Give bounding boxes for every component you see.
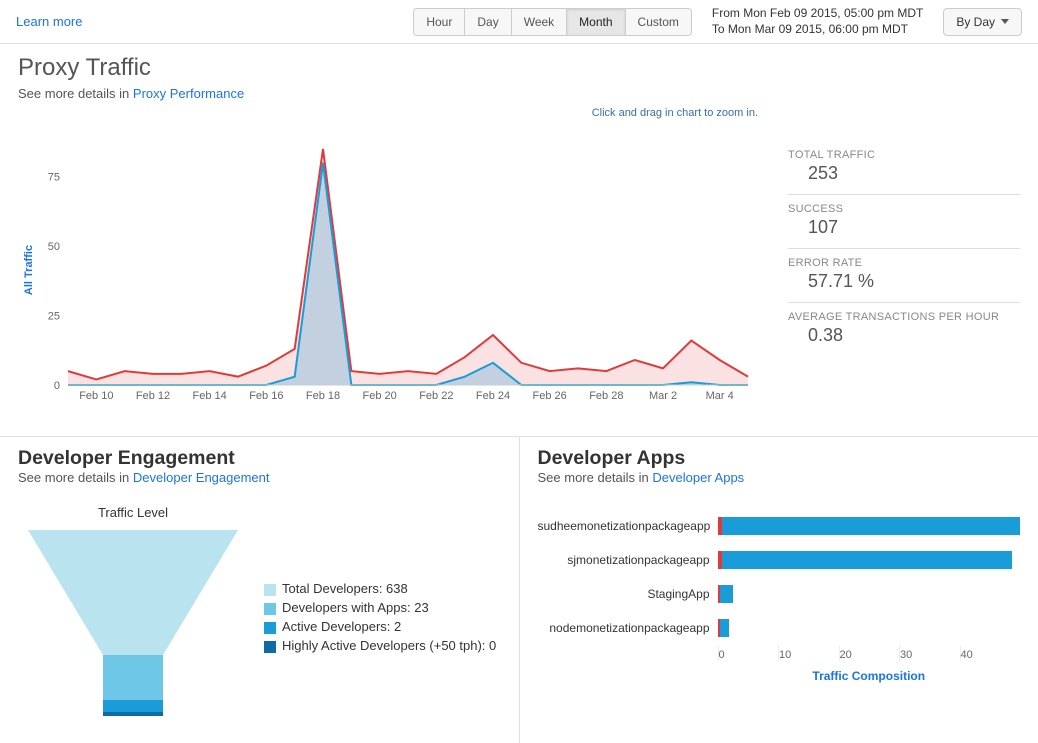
svg-text:50: 50	[48, 241, 60, 253]
svg-text:Feb 20: Feb 20	[363, 390, 397, 402]
range-btn-day[interactable]: Day	[465, 9, 511, 35]
app-bar-row: sudheemonetizationpackageapp	[538, 509, 1021, 543]
range-btn-month[interactable]: Month	[567, 9, 625, 35]
stat-value: 253	[788, 163, 1020, 184]
developer-engagement-link[interactable]: Developer Engagement	[133, 470, 270, 485]
proxy-traffic-subtext: See more details in Proxy Performance	[18, 86, 1020, 101]
range-btn-hour[interactable]: Hour	[414, 9, 465, 35]
legend-item: Highly Active Developers (+50 tph): 0	[264, 638, 496, 653]
funnel-title: Traffic Level	[18, 505, 248, 520]
date-from-prefix: From	[712, 6, 743, 20]
developer-engagement-subtext: See more details in Developer Engagement	[18, 470, 501, 485]
svg-text:Feb 12: Feb 12	[136, 390, 170, 402]
stat-block: ERROR RATE 57.71 %	[788, 248, 1020, 302]
svg-text:Feb 16: Feb 16	[249, 390, 283, 402]
proxy-performance-link[interactable]: Proxy Performance	[133, 86, 244, 101]
chevron-down-icon	[1001, 19, 1009, 24]
svg-text:Feb 14: Feb 14	[193, 390, 227, 402]
svg-text:25: 25	[48, 311, 60, 323]
svg-text:0: 0	[54, 380, 60, 392]
app-bar-row: sjmonetizationpackageapp	[538, 543, 1021, 577]
top-bar: Learn more HourDayWeekMonthCustom From M…	[0, 0, 1038, 44]
developer-apps-chart: sudheemonetizationpackageapp sjmonetizati…	[538, 509, 1021, 683]
svg-text:Feb 22: Feb 22	[419, 390, 453, 402]
zoom-hint: Click and drag in chart to zoom in.	[18, 107, 758, 119]
stat-block: AVERAGE TRANSACTIONS PER HOUR 0.38	[788, 302, 1020, 356]
app-name-label: sjmonetizationpackageapp	[538, 553, 718, 567]
date-to-prefix: To	[712, 22, 728, 36]
developer-engagement-title: Developer Engagement	[18, 447, 501, 470]
proxy-traffic-chart[interactable]: 0 25 50 75 All Traffic Feb 10 Feb 12 Feb 14 Feb …	[18, 125, 758, 415]
developer-apps-section: Developer Apps See more details in Devel…	[519, 436, 1038, 743]
app-name-label: StagingApp	[538, 587, 718, 601]
svg-text:All Traffic: All Traffic	[23, 245, 35, 295]
app-name-label: sudheemonetizationpackageapp	[538, 519, 718, 533]
svg-text:Mar 4: Mar 4	[706, 390, 734, 402]
date-from: Mon Feb 09 2015, 05:00 pm MDT	[743, 6, 923, 20]
developer-apps-title: Developer Apps	[538, 447, 1021, 470]
svg-text:75: 75	[48, 172, 60, 184]
stat-block: TOTAL TRAFFIC 253	[788, 141, 1020, 194]
bar-x-title: Traffic Composition	[718, 669, 1021, 683]
range-btn-week[interactable]: Week	[512, 9, 567, 35]
engagement-funnel-chart	[18, 520, 248, 730]
stat-value: 57.71 %	[788, 271, 1020, 292]
time-range-segmented: HourDayWeekMonthCustom	[413, 8, 692, 36]
legend-item: Total Developers: 638	[264, 581, 496, 596]
svg-text:Mar 2: Mar 2	[649, 390, 677, 402]
stat-value: 0.38	[788, 325, 1020, 346]
svg-text:Feb 26: Feb 26	[533, 390, 567, 402]
svg-text:Feb 28: Feb 28	[589, 390, 623, 402]
legend-item: Active Developers: 2	[264, 619, 496, 634]
proxy-traffic-title: Proxy Traffic	[18, 54, 1020, 82]
stat-label: TOTAL TRAFFIC	[788, 149, 1020, 161]
app-bar-row: nodemonetizationpackageapp	[538, 611, 1021, 645]
stat-label: SUCCESS	[788, 203, 1020, 215]
learn-more-link[interactable]: Learn more	[16, 14, 82, 29]
svg-text:Feb 18: Feb 18	[306, 390, 340, 402]
developer-apps-link[interactable]: Developer Apps	[652, 470, 744, 485]
developer-engagement-section: Developer Engagement See more details in…	[0, 436, 519, 743]
svg-text:Feb 24: Feb 24	[476, 390, 510, 402]
stat-block: SUCCESS 107	[788, 194, 1020, 248]
range-btn-custom[interactable]: Custom	[626, 9, 691, 35]
proxy-traffic-section: Proxy Traffic See more details in Proxy …	[0, 44, 1038, 436]
stat-label: AVERAGE TRANSACTIONS PER HOUR	[788, 311, 1020, 323]
app-bar-row: StagingApp	[538, 577, 1021, 611]
engagement-legend: Total Developers: 638 Developers with App…	[264, 581, 496, 657]
proxy-stats-panel: TOTAL TRAFFIC 253 SUCCESS 107 ERROR RATE 57.7…	[788, 101, 1020, 418]
date-to: Mon Mar 09 2015, 06:00 pm MDT	[728, 22, 908, 36]
svg-text:Feb 10: Feb 10	[79, 390, 113, 402]
app-name-label: nodemonetizationpackageapp	[538, 621, 718, 635]
stat-label: ERROR RATE	[788, 257, 1020, 269]
granularity-dropdown[interactable]: By Day	[943, 8, 1022, 36]
date-range-display: From Mon Feb 09 2015, 05:00 pm MDT To Mo…	[712, 6, 923, 37]
granularity-label: By Day	[956, 15, 995, 29]
developer-apps-subtext: See more details in Developer Apps	[538, 470, 1021, 485]
stat-value: 107	[788, 217, 1020, 238]
legend-item: Developers with Apps: 23	[264, 600, 496, 615]
